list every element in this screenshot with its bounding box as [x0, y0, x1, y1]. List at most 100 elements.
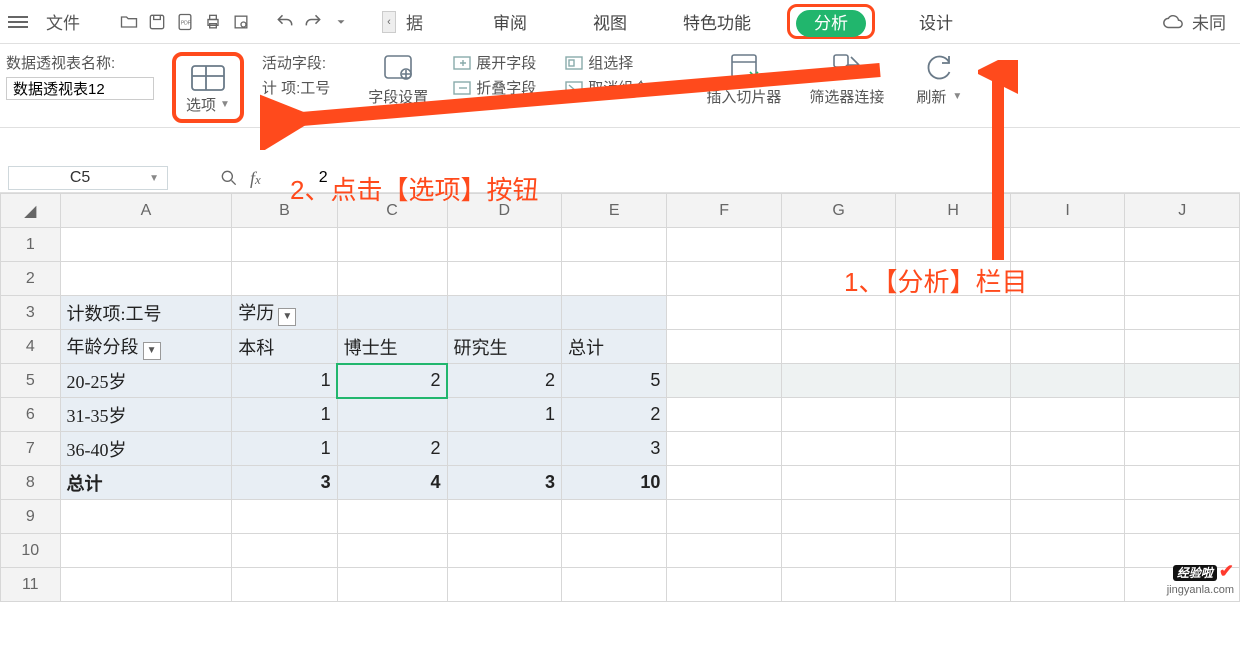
- name-box[interactable]: C5 ▼: [8, 166, 168, 190]
- dropdown-icon[interactable]: [330, 11, 352, 33]
- pivot-row-field[interactable]: 年龄分段▼: [60, 330, 232, 364]
- pivot-total[interactable]: 3: [232, 466, 337, 500]
- col-header[interactable]: F: [667, 194, 782, 228]
- refresh-icon: [923, 52, 955, 82]
- pivot-name-input[interactable]: [6, 77, 154, 100]
- col-header[interactable]: B: [232, 194, 337, 228]
- ribbon: 数据透视表名称: 选项 ▼ 活动字段: 计 项:工号 字段设置 展开字段 折叠字…: [0, 44, 1240, 128]
- watermark-brand: 经验啦: [1173, 565, 1217, 581]
- col-header[interactable]: H: [896, 194, 1011, 228]
- pivot-value[interactable]: 2: [337, 432, 447, 466]
- row-header[interactable]: 9: [1, 500, 61, 534]
- pivot-field-label[interactable]: 计数项:工号: [60, 296, 232, 330]
- formula-bar: C5 ▼ fx: [0, 162, 1240, 193]
- row-header[interactable]: 6: [1, 398, 61, 432]
- tab-special[interactable]: 特色功能: [671, 5, 763, 38]
- collapse-ribbon-icon[interactable]: ‹: [382, 11, 396, 33]
- row-header[interactable]: 2: [1, 262, 61, 296]
- pivot-value[interactable]: 1: [232, 398, 337, 432]
- save-icon[interactable]: [146, 11, 168, 33]
- row-header[interactable]: 1: [1, 228, 61, 262]
- file-tab[interactable]: 文件: [40, 5, 86, 38]
- row-header[interactable]: 8: [1, 466, 61, 500]
- pivot-value[interactable]: 2: [562, 398, 667, 432]
- row-header[interactable]: 10: [1, 534, 61, 568]
- tab-analysis[interactable]: 分析: [796, 10, 866, 37]
- row-header[interactable]: 4: [1, 330, 61, 364]
- group-select-button[interactable]: 组选择: [564, 52, 633, 73]
- pivot-col-label[interactable]: 研究生: [447, 330, 562, 364]
- pivot-value[interactable]: 5: [562, 364, 667, 398]
- options-button[interactable]: 选项 ▼: [186, 94, 230, 115]
- pivot-total-label[interactable]: 总计: [60, 466, 232, 500]
- field-settings-label: 字段设置: [368, 86, 428, 107]
- filter-dropdown-icon[interactable]: ▼: [143, 342, 161, 360]
- col-header[interactable]: E: [562, 194, 667, 228]
- pivot-total[interactable]: 3: [447, 466, 562, 500]
- refresh-button[interactable]: 刷新▼: [916, 52, 962, 107]
- row-header[interactable]: 11: [1, 568, 61, 602]
- active-cell[interactable]: 2: [337, 364, 447, 398]
- insert-slicer-button[interactable]: 插入切片器: [706, 52, 781, 107]
- field-settings-group[interactable]: 字段设置: [368, 52, 428, 107]
- filter-connections-button[interactable]: 筛选器连接: [809, 52, 884, 107]
- formula-input[interactable]: [311, 167, 1232, 189]
- open-icon[interactable]: [118, 11, 140, 33]
- pivot-row-label[interactable]: 20-25岁: [60, 364, 232, 398]
- column-header-row: ◢ A B C D E F G H I J: [1, 194, 1240, 228]
- pdf-icon[interactable]: PDF: [174, 11, 196, 33]
- col-header[interactable]: G: [781, 194, 896, 228]
- quick-access-toolbar: 文件 PDF ‹ 据 审阅 视图 特色功能 分析 设计 未同: [0, 0, 1240, 44]
- pivot-value[interactable]: 3: [562, 432, 667, 466]
- pivot-col-field[interactable]: 学历▼: [232, 296, 337, 330]
- pivot-total[interactable]: 4: [337, 466, 447, 500]
- col-header[interactable]: C: [337, 194, 447, 228]
- pivot-value[interactable]: 1: [447, 398, 562, 432]
- pivot-row-label[interactable]: 31-35岁: [60, 398, 232, 432]
- chevron-down-icon[interactable]: ▼: [149, 173, 159, 184]
- pivot-value[interactable]: [447, 432, 562, 466]
- options-button-highlight: 选项 ▼: [172, 52, 244, 123]
- print-preview-icon[interactable]: [230, 11, 252, 33]
- col-header[interactable]: D: [447, 194, 562, 228]
- check-icon: ✔: [1219, 561, 1234, 581]
- options-label: 选项: [186, 94, 216, 115]
- col-header[interactable]: A: [60, 194, 232, 228]
- menu-icon[interactable]: [8, 16, 28, 28]
- select-all-corner[interactable]: ◢: [1, 194, 61, 228]
- pivot-col-label[interactable]: 博士生: [337, 330, 447, 364]
- pivot-value[interactable]: 2: [447, 364, 562, 398]
- pivot-col-label[interactable]: 总计: [562, 330, 667, 364]
- ungroup-button[interactable]: 取消组合: [564, 77, 648, 98]
- tab-view[interactable]: 视图: [581, 5, 639, 38]
- options-icon[interactable]: [188, 62, 228, 94]
- pivot-col-label[interactable]: 本科: [232, 330, 337, 364]
- print-icon[interactable]: [202, 11, 224, 33]
- pivot-value[interactable]: [337, 398, 447, 432]
- spreadsheet-grid[interactable]: ◢ A B C D E F G H I J 1 2 3 计数项:工号 学历▼ 4…: [0, 193, 1240, 602]
- pivot-total[interactable]: 10: [562, 466, 667, 500]
- active-field-label: 活动字段:: [262, 52, 326, 73]
- cloud-icon[interactable]: [1162, 11, 1184, 33]
- expand-field-button[interactable]: 展开字段: [452, 52, 536, 73]
- tab-design[interactable]: 设计: [907, 5, 965, 38]
- row-header[interactable]: 7: [1, 432, 61, 466]
- redo-icon[interactable]: [302, 11, 324, 33]
- fx-icon[interactable]: fx: [250, 168, 261, 189]
- row-header[interactable]: 5: [1, 364, 61, 398]
- pivot-row-label[interactable]: 36-40岁: [60, 432, 232, 466]
- col-header[interactable]: J: [1125, 194, 1240, 228]
- collapse-field-button[interactable]: 折叠字段: [452, 77, 536, 98]
- row-header[interactable]: 3: [1, 296, 61, 330]
- undo-icon[interactable]: [274, 11, 296, 33]
- tab-data-suffix[interactable]: 据: [400, 5, 429, 38]
- filter-dropdown-icon[interactable]: ▼: [278, 308, 296, 326]
- pivot-value[interactable]: 1: [232, 364, 337, 398]
- col-header[interactable]: I: [1010, 194, 1125, 228]
- filter-connections-icon: [831, 52, 863, 82]
- tab-review[interactable]: 审阅: [481, 5, 539, 38]
- tab-analysis-highlight: 分析: [787, 4, 875, 39]
- expand-icon: [452, 54, 472, 72]
- zoom-icon[interactable]: [218, 167, 240, 189]
- pivot-value[interactable]: 1: [232, 432, 337, 466]
